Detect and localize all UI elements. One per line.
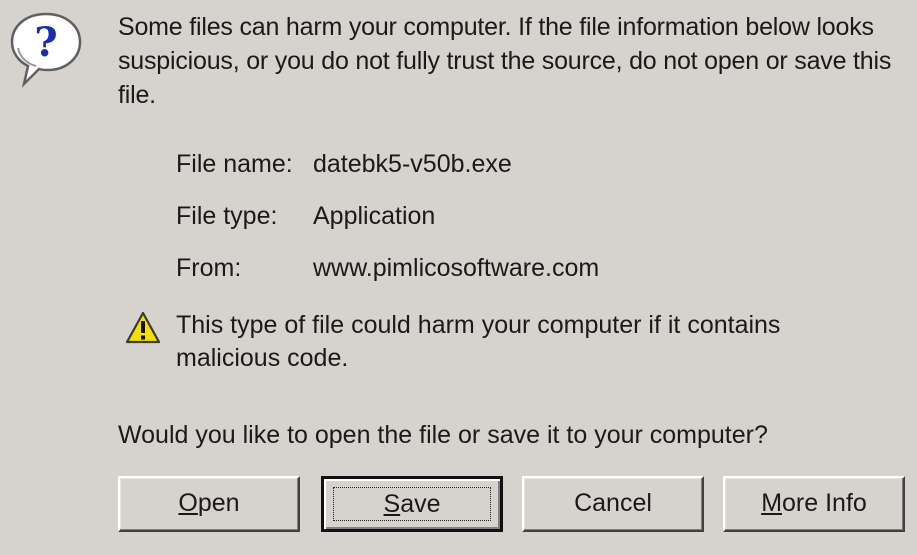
save-button-label: Save [384,490,441,518]
intro-text: Some files can harm your computer. If th… [118,13,892,109]
file-download-dialog: ? Some files can harm your computer. If … [0,0,917,555]
open-button[interactable]: Open [118,476,300,532]
more-info-button-label: More Info [761,489,867,517]
cancel-button-label: Cancel [574,489,652,517]
question-bubble-icon: ? [10,12,82,88]
warning-text: This type of file could harm your comput… [176,311,781,372]
save-label-rest: ave [400,490,441,518]
more-info-label-rest: ore Info [782,489,867,517]
file-from-value: www.pimlicosoftware.com [313,254,600,282]
file-name-value: datebk5-v50b.exe [313,150,512,178]
save-mnemonic: S [383,490,401,518]
more-info-button[interactable]: More Info [723,476,905,532]
file-name-label: File name: [176,150,293,178]
open-label-rest: pen [197,489,240,517]
file-type-label: File type: [176,202,278,230]
button-row: Open Save Cancel More Info [118,476,908,532]
cancel-button[interactable]: Cancel [522,476,704,532]
open-mnemonic: O [178,489,198,517]
svg-text:?: ? [34,19,57,66]
more-info-mnemonic: M [761,489,783,517]
file-type-value: Application [313,202,436,230]
question-text: Would you like to open the file or save … [118,421,768,449]
file-from-label: From: [176,254,242,282]
save-button[interactable]: Save [321,476,503,532]
open-button-label: Open [178,489,239,517]
warning-triangle-icon [125,311,161,344]
